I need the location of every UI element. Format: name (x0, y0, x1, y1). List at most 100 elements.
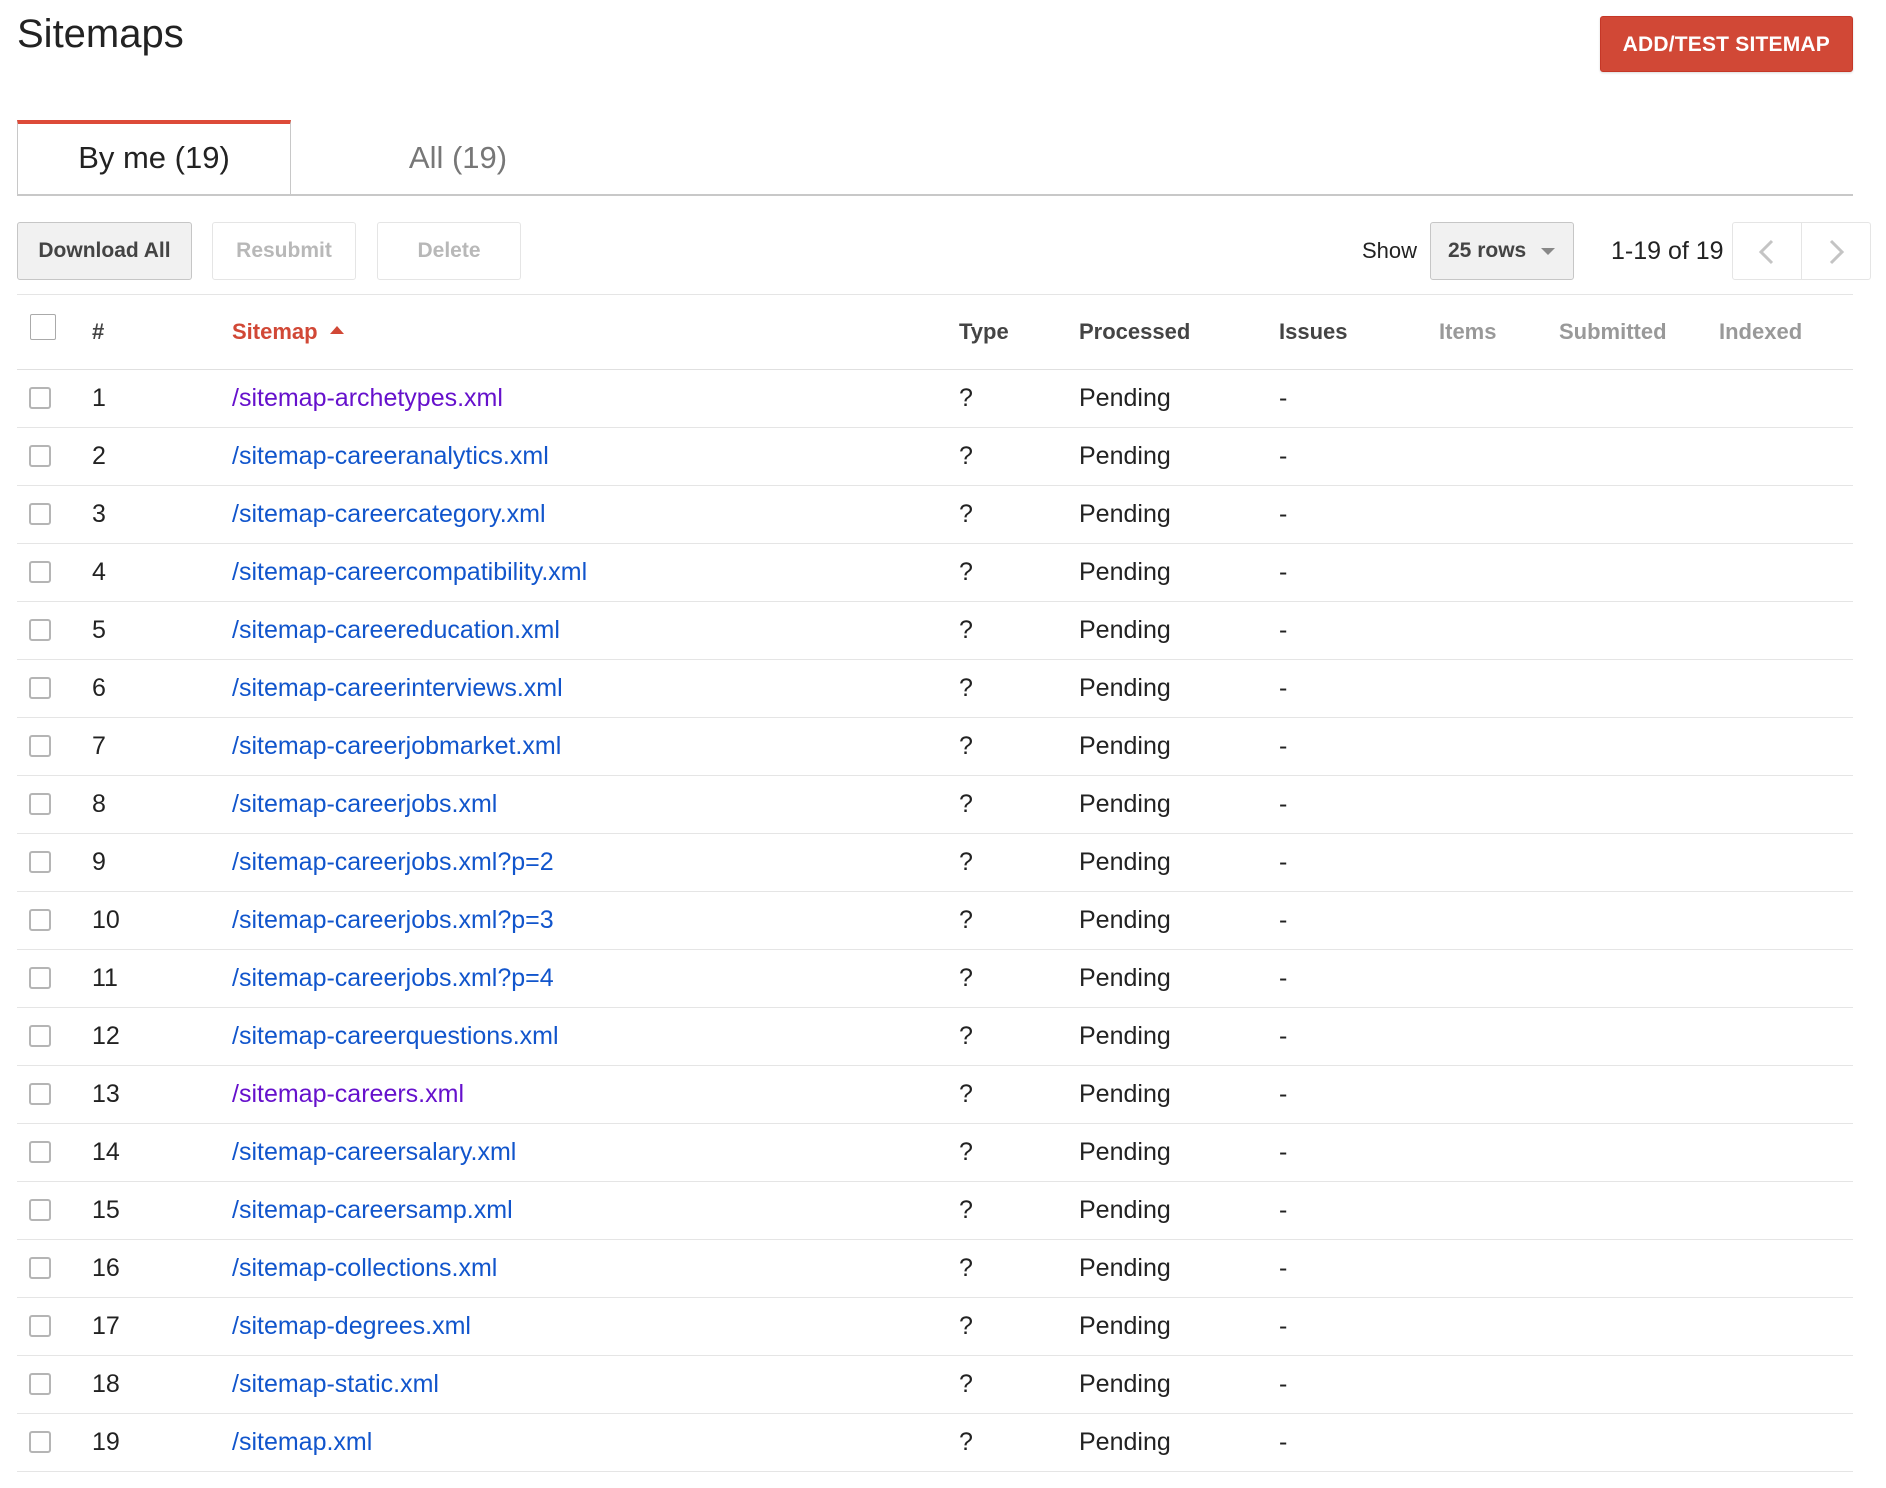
row-checkbox[interactable] (29, 1025, 51, 1047)
row-checkbox[interactable] (29, 1257, 51, 1279)
row-issues: - (1279, 1254, 1288, 1282)
row-type: ? (959, 1370, 973, 1398)
row-processed: Pending (1079, 558, 1171, 586)
sitemap-link[interactable]: /sitemap-careerjobs.xml (232, 776, 497, 832)
row-number: 16 (92, 1254, 120, 1282)
table-row: 5/sitemap-careereducation.xml? Pending - (17, 602, 1853, 660)
sitemap-link[interactable]: /sitemap-degrees.xml (232, 1298, 471, 1354)
row-checkbox[interactable] (29, 1315, 51, 1337)
table-row: 18/sitemap-static.xml? Pending - (17, 1356, 1853, 1414)
row-issues: - (1279, 500, 1288, 528)
table-row: 12/sitemap-careerquestions.xml? Pending - (17, 1008, 1853, 1066)
row-processed: Pending (1079, 906, 1171, 934)
row-checkbox[interactable] (29, 503, 51, 525)
sitemap-link[interactable]: /sitemap-careerquestions.xml (232, 1008, 559, 1064)
row-type: ? (959, 1312, 973, 1340)
sitemaps-page: Sitemaps ADD/TEST SITEMAP By me (19) All… (0, 0, 1886, 1488)
row-processed: Pending (1079, 1428, 1171, 1456)
row-processed: Pending (1079, 848, 1171, 876)
rows-per-page-select[interactable]: 25 rows (1430, 222, 1574, 280)
row-checkbox[interactable] (29, 735, 51, 757)
tab-by-me[interactable]: By me (19) (17, 120, 291, 194)
row-issues: - (1279, 848, 1288, 876)
row-checkbox[interactable] (29, 1199, 51, 1221)
row-type: ? (959, 500, 973, 528)
row-checkbox[interactable] (29, 1431, 51, 1453)
row-type: ? (959, 1080, 973, 1108)
table-row: 9/sitemap-careerjobs.xml?p=2? Pending - (17, 834, 1853, 892)
row-processed: Pending (1079, 1080, 1171, 1108)
row-issues: - (1279, 964, 1288, 992)
delete-button[interactable]: Delete (377, 222, 521, 280)
row-checkbox[interactable] (29, 387, 51, 409)
column-header-submitted: Submitted (1559, 319, 1667, 344)
sitemap-link[interactable]: /sitemap-careeranalytics.xml (232, 428, 549, 484)
sitemap-link[interactable]: /sitemap-careercategory.xml (232, 486, 546, 542)
sitemap-link[interactable]: /sitemap-careereducation.xml (232, 602, 560, 658)
select-all-checkbox[interactable] (30, 314, 56, 340)
table-row: 17/sitemap-degrees.xml? Pending - (17, 1298, 1853, 1356)
row-checkbox[interactable] (29, 1141, 51, 1163)
sitemap-link[interactable]: /sitemap-static.xml (232, 1356, 439, 1412)
row-checkbox[interactable] (29, 967, 51, 989)
sitemap-link[interactable]: /sitemap-careerjobs.xml?p=2 (232, 834, 554, 890)
resubmit-button[interactable]: Resubmit (212, 222, 356, 280)
row-checkbox[interactable] (29, 1083, 51, 1105)
table-row: 4/sitemap-careercompatibility.xml? Pendin… (17, 544, 1853, 602)
column-header-processed[interactable]: Processed (1079, 295, 1190, 369)
sitemap-link[interactable]: /sitemap-careerjobs.xml?p=4 (232, 950, 554, 1006)
sitemap-link[interactable]: /sitemap-careersalary.xml (232, 1124, 516, 1180)
row-issues: - (1279, 906, 1288, 934)
row-number: 19 (92, 1428, 120, 1456)
table-row: 19/sitemap.xml? Pending - (17, 1414, 1853, 1472)
next-page-button[interactable] (1801, 222, 1871, 280)
sitemap-link[interactable]: /sitemap-careersamp.xml (232, 1182, 513, 1238)
row-checkbox[interactable] (29, 909, 51, 931)
row-checkbox[interactable] (29, 561, 51, 583)
chevron-right-icon (1829, 239, 1845, 265)
row-issues: - (1279, 1022, 1288, 1050)
row-type: ? (959, 384, 973, 412)
sitemap-link[interactable]: /sitemap-careerjobmarket.xml (232, 718, 561, 774)
row-type: ? (959, 442, 973, 470)
row-type: ? (959, 964, 973, 992)
row-issues: - (1279, 790, 1288, 818)
column-header-type[interactable]: Type (959, 295, 1009, 369)
column-header-sitemap[interactable]: Sitemap (232, 295, 344, 369)
row-checkbox[interactable] (29, 1373, 51, 1395)
sitemap-link[interactable]: /sitemap-careers.xml (232, 1066, 464, 1122)
sitemap-link[interactable]: /sitemap-collections.xml (232, 1240, 497, 1296)
row-issues: - (1279, 1080, 1288, 1108)
row-processed: Pending (1079, 964, 1171, 992)
download-all-button[interactable]: Download All (17, 222, 192, 280)
sitemap-link[interactable]: /sitemap-careerinterviews.xml (232, 660, 563, 716)
table-row: 15/sitemap-careersamp.xml? Pending - (17, 1182, 1853, 1240)
row-issues: - (1279, 1196, 1288, 1224)
sitemap-link[interactable]: /sitemap-careerjobs.xml?p=3 (232, 892, 554, 948)
row-issues: - (1279, 558, 1288, 586)
column-header-issues[interactable]: Issues (1279, 295, 1348, 369)
row-checkbox[interactable] (29, 445, 51, 467)
table-row: 8/sitemap-careerjobs.xml? Pending - (17, 776, 1853, 834)
sitemap-link[interactable]: /sitemap-archetypes.xml (232, 370, 503, 426)
row-issues: - (1279, 616, 1288, 644)
row-processed: Pending (1079, 732, 1171, 760)
row-checkbox[interactable] (29, 619, 51, 641)
row-number: 15 (92, 1196, 120, 1224)
row-issues: - (1279, 384, 1288, 412)
row-checkbox[interactable] (29, 793, 51, 815)
table-row: 7/sitemap-careerjobmarket.xml? Pending - (17, 718, 1853, 776)
row-type: ? (959, 558, 973, 586)
row-type: ? (959, 732, 973, 760)
sitemap-link[interactable]: /sitemap-careercompatibility.xml (232, 544, 587, 600)
previous-page-button[interactable] (1732, 222, 1802, 280)
rows-per-page-value: 25 rows (1448, 239, 1527, 262)
row-checkbox[interactable] (29, 677, 51, 699)
row-checkbox[interactable] (29, 851, 51, 873)
row-processed: Pending (1079, 1138, 1171, 1166)
add-test-sitemap-button[interactable]: ADD/TEST SITEMAP (1599, 16, 1853, 72)
row-number: 4 (92, 558, 106, 586)
tab-all[interactable]: All (19) (291, 124, 625, 196)
row-issues: - (1279, 674, 1288, 702)
sitemap-link[interactable]: /sitemap.xml (232, 1414, 372, 1470)
